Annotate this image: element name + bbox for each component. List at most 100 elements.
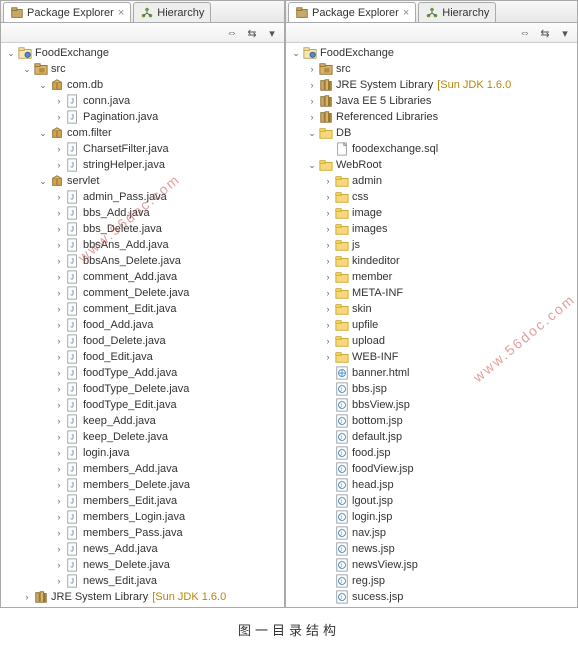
expand-collapse-icon[interactable]: › bbox=[53, 509, 65, 525]
expand-collapse-icon[interactable]: › bbox=[53, 413, 65, 429]
expand-collapse-icon[interactable]: › bbox=[322, 205, 334, 221]
tree-node[interactable]: Jdefault.jsp bbox=[286, 429, 577, 445]
tab-hierarchy[interactable]: Hierarchy bbox=[133, 2, 211, 22]
expand-collapse-icon[interactable]: › bbox=[306, 109, 318, 125]
expand-collapse-icon[interactable]: › bbox=[53, 317, 65, 333]
tree-node[interactable]: ›Jfood_Add.java bbox=[1, 317, 284, 333]
expand-collapse-icon[interactable]: › bbox=[21, 589, 33, 605]
collapse-all-button[interactable]: ⇔ bbox=[224, 25, 240, 41]
tree-node[interactable]: ›Jmembers_Login.java bbox=[1, 509, 284, 525]
tree-node[interactable]: ›Jfood_Edit.java bbox=[1, 349, 284, 365]
tree-node[interactable]: ›Jconn.java bbox=[1, 93, 284, 109]
tree-node[interactable]: ›Referenced Libraries bbox=[286, 109, 577, 125]
expand-collapse-icon[interactable]: ⌄ bbox=[21, 61, 33, 77]
tree-node[interactable]: ›upload bbox=[286, 333, 577, 349]
tree-node[interactable]: ›JfoodType_Add.java bbox=[1, 365, 284, 381]
tree-node[interactable]: JbbsView.jsp bbox=[286, 397, 577, 413]
expand-collapse-icon[interactable]: › bbox=[53, 365, 65, 381]
tree-node[interactable]: ›Jcomment_Edit.java bbox=[1, 301, 284, 317]
expand-collapse-icon[interactable]: › bbox=[53, 541, 65, 557]
tree-node[interactable]: ›Jmembers_Edit.java bbox=[1, 493, 284, 509]
tree-node[interactable]: ›JRE System Library[Sun JDK 1.6.0 bbox=[1, 589, 284, 605]
tab-hierarchy[interactable]: Hierarchy bbox=[418, 2, 496, 22]
expand-collapse-icon[interactable]: › bbox=[53, 141, 65, 157]
tree-node[interactable]: Jbbs.jsp bbox=[286, 381, 577, 397]
expand-collapse-icon[interactable]: › bbox=[53, 381, 65, 397]
tree-node[interactable]: ›JfoodType_Edit.java bbox=[1, 397, 284, 413]
expand-collapse-icon[interactable]: › bbox=[53, 525, 65, 541]
link-editor-button[interactable]: ⇆ bbox=[537, 25, 553, 41]
tree-node[interactable]: ⌄com.filter bbox=[1, 125, 284, 141]
expand-collapse-icon[interactable]: › bbox=[53, 301, 65, 317]
tree-node[interactable]: ›Jbbs_Add.java bbox=[1, 205, 284, 221]
expand-collapse-icon[interactable]: › bbox=[53, 253, 65, 269]
expand-collapse-icon[interactable]: › bbox=[322, 333, 334, 349]
expand-collapse-icon[interactable]: ⌄ bbox=[37, 173, 49, 189]
tree-node[interactable]: ›upfile bbox=[286, 317, 577, 333]
close-icon[interactable]: × bbox=[118, 7, 124, 19]
tree-node[interactable]: ›js bbox=[286, 237, 577, 253]
tab-package-explorer[interactable]: Package Explorer × bbox=[288, 2, 416, 22]
expand-collapse-icon[interactable]: › bbox=[53, 557, 65, 573]
tree-node[interactable]: foodexchange.sql bbox=[286, 141, 577, 157]
link-editor-button[interactable]: ⇆ bbox=[244, 25, 260, 41]
tree-node[interactable]: ›JbbsAns_Delete.java bbox=[1, 253, 284, 269]
expand-collapse-icon[interactable]: › bbox=[53, 397, 65, 413]
expand-collapse-icon[interactable]: › bbox=[53, 493, 65, 509]
expand-collapse-icon[interactable]: › bbox=[322, 221, 334, 237]
expand-collapse-icon[interactable]: › bbox=[53, 205, 65, 221]
tree-node[interactable]: ›JbbsAns_Add.java bbox=[1, 237, 284, 253]
tree-node[interactable]: ⌄FoodExchange bbox=[286, 45, 577, 61]
tree-node[interactable]: ⌄src bbox=[1, 61, 284, 77]
expand-collapse-icon[interactable]: › bbox=[322, 189, 334, 205]
tree-node[interactable]: Jnav.jsp bbox=[286, 525, 577, 541]
tree-node[interactable]: Jnews.jsp bbox=[286, 541, 577, 557]
tree-node[interactable]: ›src bbox=[286, 61, 577, 77]
tree-node[interactable]: ›Jkeep_Add.java bbox=[1, 413, 284, 429]
tree-node[interactable]: ›JCharsetFilter.java bbox=[1, 141, 284, 157]
expand-collapse-icon[interactable]: › bbox=[53, 109, 65, 125]
expand-collapse-icon[interactable]: › bbox=[322, 349, 334, 365]
expand-collapse-icon[interactable]: › bbox=[53, 477, 65, 493]
expand-collapse-icon[interactable]: › bbox=[322, 269, 334, 285]
tree-node[interactable]: ⌄WebRoot bbox=[286, 157, 577, 173]
expand-collapse-icon[interactable]: › bbox=[306, 93, 318, 109]
tree-node[interactable]: ⌄servlet bbox=[1, 173, 284, 189]
expand-collapse-icon[interactable]: › bbox=[322, 237, 334, 253]
tree-node[interactable]: ›JPagination.java bbox=[1, 109, 284, 125]
tree-node[interactable]: ›Jcomment_Delete.java bbox=[1, 285, 284, 301]
tree-node[interactable]: ›Jlogin.java bbox=[1, 445, 284, 461]
tree-node[interactable]: ›JRE System Library[Sun JDK 1.6.0 bbox=[286, 77, 577, 93]
tree-node[interactable]: ›JfoodType_Delete.java bbox=[1, 381, 284, 397]
expand-collapse-icon[interactable]: › bbox=[53, 285, 65, 301]
tree-node[interactable]: ›member bbox=[286, 269, 577, 285]
tree-node[interactable]: ⌄com.db bbox=[1, 77, 284, 93]
expand-collapse-icon[interactable]: › bbox=[53, 429, 65, 445]
package-explorer-tree[interactable]: ⌄FoodExchange›src›JRE System Library[Sun… bbox=[286, 43, 577, 607]
tree-node[interactable]: ›skin bbox=[286, 301, 577, 317]
tree-node[interactable]: Jlgout.jsp bbox=[286, 493, 577, 509]
tree-node[interactable]: ›css bbox=[286, 189, 577, 205]
expand-collapse-icon[interactable]: › bbox=[322, 173, 334, 189]
tree-node[interactable]: Jhead.jsp bbox=[286, 477, 577, 493]
close-icon[interactable]: × bbox=[403, 7, 409, 19]
tree-node[interactable]: ⌄DB bbox=[286, 125, 577, 141]
tree-node[interactable]: Jlogin.jsp bbox=[286, 509, 577, 525]
tree-node[interactable]: Jbottom.jsp bbox=[286, 413, 577, 429]
tree-node[interactable]: ⌄FoodExchange bbox=[1, 45, 284, 61]
expand-collapse-icon[interactable]: › bbox=[53, 445, 65, 461]
expand-collapse-icon[interactable]: ⌄ bbox=[37, 77, 49, 93]
tree-node[interactable]: JnewsView.jsp bbox=[286, 557, 577, 573]
expand-collapse-icon[interactable]: › bbox=[53, 333, 65, 349]
tree-node[interactable]: ›Java EE 5 Libraries bbox=[286, 93, 577, 109]
tree-node[interactable]: ›META-INF bbox=[286, 285, 577, 301]
expand-collapse-icon[interactable]: ⌄ bbox=[5, 45, 17, 61]
tree-node[interactable]: ›Jbbs_Delete.java bbox=[1, 221, 284, 237]
expand-collapse-icon[interactable]: ⌄ bbox=[290, 45, 302, 61]
expand-collapse-icon[interactable]: ⌄ bbox=[306, 157, 318, 173]
expand-collapse-icon[interactable]: › bbox=[53, 461, 65, 477]
tree-node[interactable]: ›JstringHelper.java bbox=[1, 157, 284, 173]
expand-collapse-icon[interactable]: ⌄ bbox=[306, 125, 318, 141]
expand-collapse-icon[interactable]: › bbox=[53, 349, 65, 365]
tree-node[interactable]: ›Jkeep_Delete.java bbox=[1, 429, 284, 445]
